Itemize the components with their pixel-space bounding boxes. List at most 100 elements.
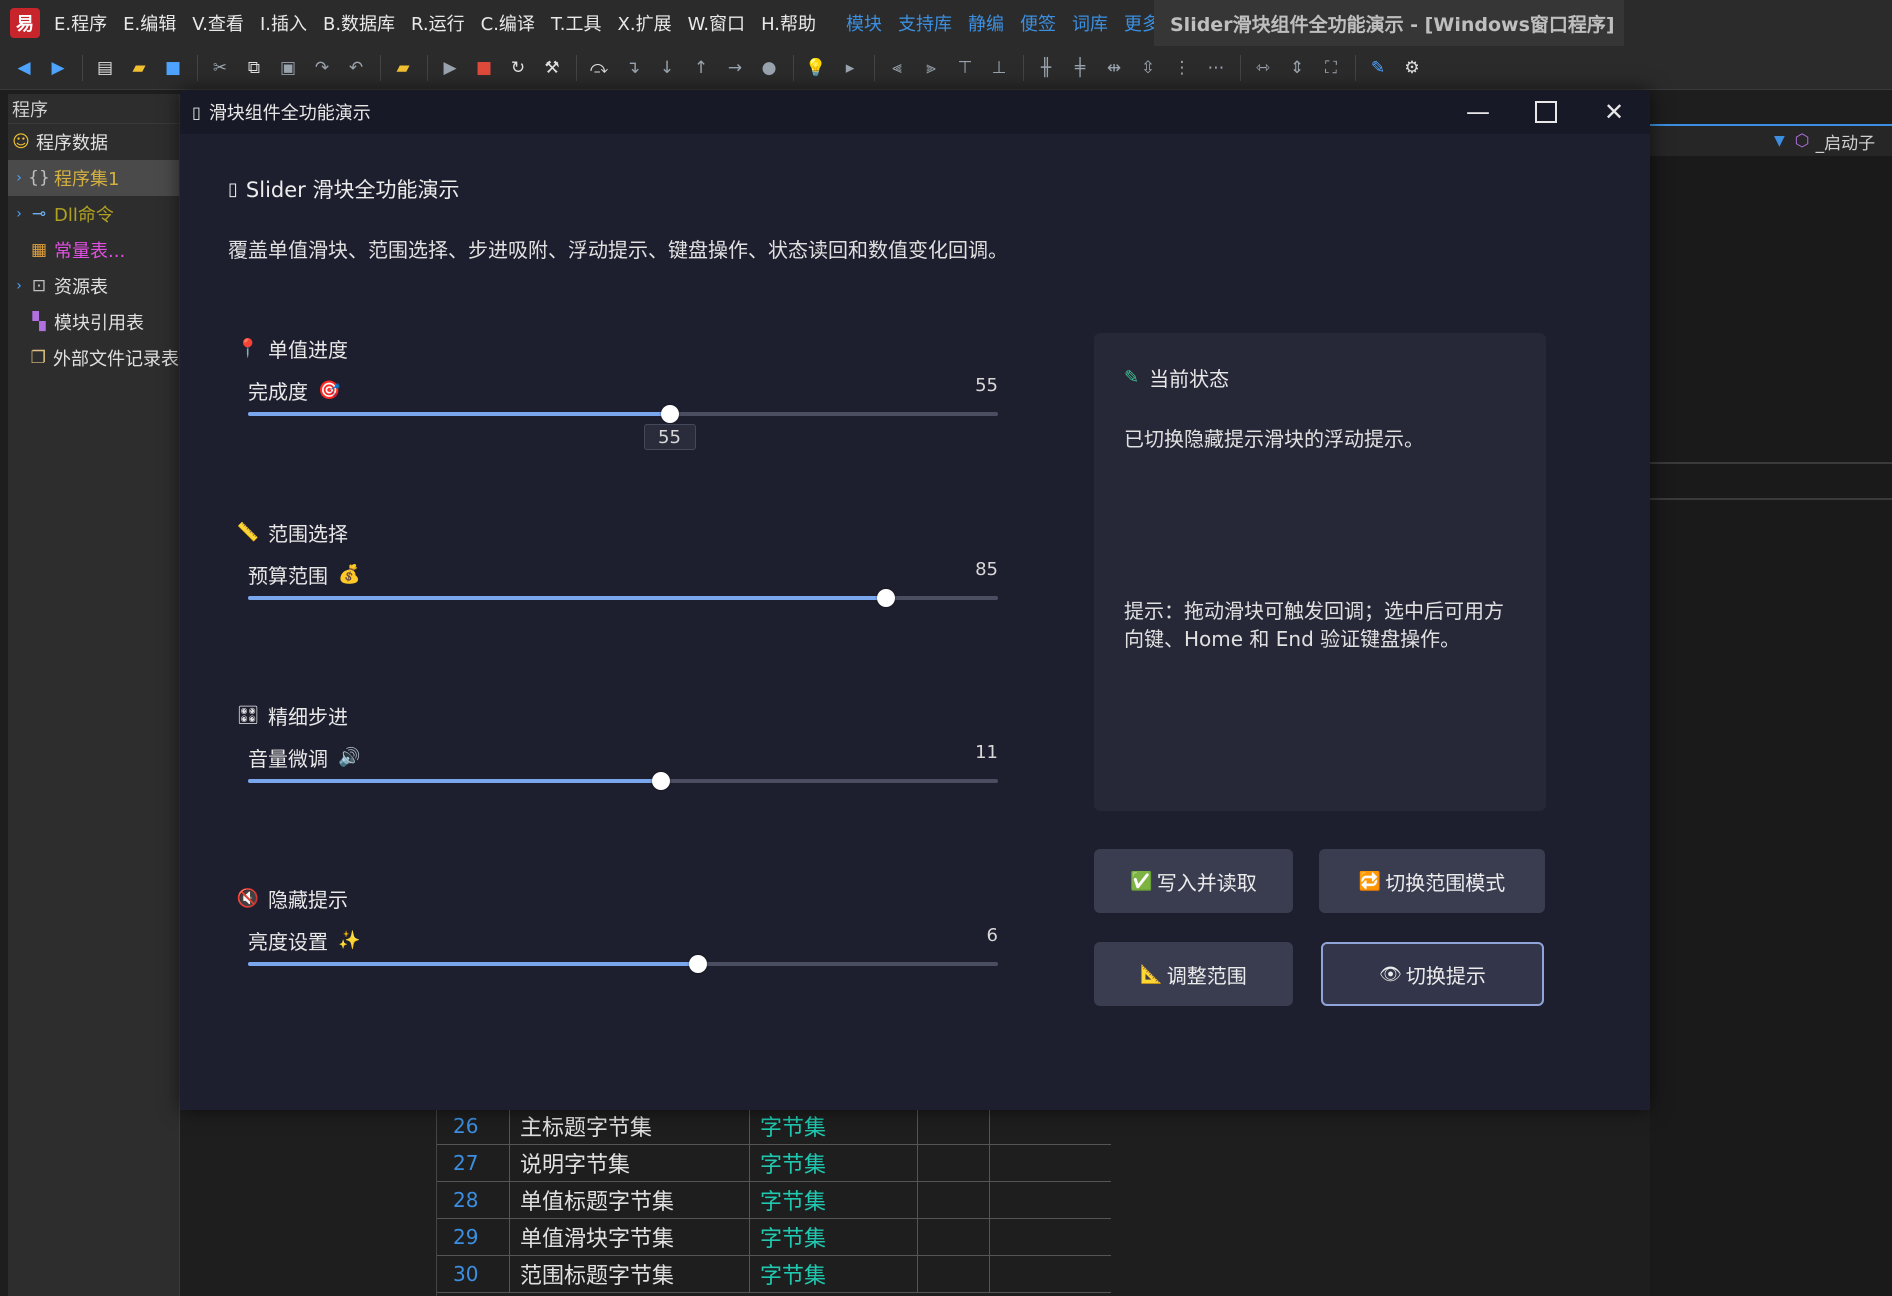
redo-icon[interactable]: ↷ [310, 56, 334, 80]
slider-thumb[interactable] [651, 772, 670, 790]
menu-window[interactable]: W.窗口 [688, 10, 745, 36]
project-icon[interactable]: ▰ [391, 56, 415, 80]
table-row[interactable]: 27 说明字节集 字节集 [437, 1144, 1111, 1182]
menu-run[interactable]: R.运行 [411, 10, 465, 36]
same-height-icon[interactable]: ⇳ [1136, 56, 1160, 80]
menu-module[interactable]: 模块 [846, 10, 882, 36]
distribute-vertical-icon[interactable]: ⋯ [1204, 56, 1228, 80]
tree-item-module-refs[interactable]: ▚ 模块引用表 [8, 304, 179, 340]
cut-icon[interactable]: ✂ [208, 56, 232, 80]
stop-icon[interactable]: ■ [472, 56, 496, 80]
menu-insert[interactable]: I.插入 [260, 10, 307, 36]
menu-help[interactable]: H.帮助 [761, 10, 816, 36]
forward-icon[interactable]: ▶ [46, 56, 70, 80]
restart-icon[interactable]: ↻ [506, 56, 530, 80]
table-cell[interactable] [917, 1107, 989, 1145]
cursor-icon[interactable]: ▸ [838, 56, 862, 80]
slider-thumb[interactable] [660, 405, 679, 423]
open-folder-icon[interactable]: ▰ [127, 56, 151, 80]
same-width-icon[interactable]: ⇹ [1102, 56, 1126, 80]
dropdown-arrow-icon[interactable]: ▼ [1774, 133, 1785, 149]
tree-item-external-files[interactable]: ❐ 外部文件记录表 [8, 340, 179, 376]
table-cell[interactable] [989, 1255, 1061, 1293]
breakpoint-icon[interactable]: ● [757, 56, 781, 80]
step-out-icon[interactable]: → [723, 56, 747, 80]
variable-type[interactable]: 字节集 [749, 1181, 917, 1219]
menu-notes[interactable]: 便签 [1020, 10, 1056, 36]
variable-type[interactable]: 字节集 [749, 1218, 917, 1256]
table-row[interactable]: 30 范围标题字节集 字节集 [437, 1255, 1111, 1293]
build-icon[interactable]: ⚒ [540, 56, 564, 80]
center-vertical-icon[interactable]: ╫ [1034, 56, 1058, 80]
slider-completion[interactable]: 55 [248, 405, 998, 450]
copy-icon[interactable]: ⧉ [242, 56, 266, 80]
step-into-icon[interactable]: ↴ [621, 56, 645, 80]
tree-item-dll[interactable]: › ⊸ Dll命令 [8, 196, 179, 232]
variable-name[interactable]: 单值滑块字节集 [509, 1218, 749, 1256]
save-icon[interactable]: ■ [161, 56, 185, 80]
editor-subroutine-tab[interactable]: ▼ ⬡ _启动子 [1650, 124, 1892, 156]
menu-support-lib[interactable]: 支持库 [898, 10, 952, 36]
step-up-icon[interactable]: ↑ [689, 56, 713, 80]
menu-static[interactable]: 静编 [968, 10, 1004, 36]
variable-name[interactable]: 单值标题字节集 [509, 1181, 749, 1219]
toggle-tooltip-button[interactable]: 👁 切换提示 [1321, 942, 1544, 1006]
variable-name[interactable]: 说明字节集 [509, 1144, 749, 1182]
step-down-icon[interactable]: ↓ [655, 56, 679, 80]
fit-size-icon[interactable]: ⛶ [1319, 56, 1343, 80]
align-top-icon[interactable]: ⊤ [953, 56, 977, 80]
close-button[interactable]: ✕ [1580, 90, 1648, 134]
menu-view[interactable]: V.查看 [192, 10, 244, 36]
slider-thumb[interactable] [876, 589, 895, 607]
tree-item-assembly[interactable]: › {} 程序集1 [8, 160, 179, 196]
maximize-button[interactable] [1512, 90, 1580, 134]
table-cell[interactable] [989, 1107, 1061, 1145]
tree-item-program-data[interactable]: ☺ 程序数据 [8, 124, 179, 160]
space-vertical-icon[interactable]: ⇕ [1285, 56, 1309, 80]
table-cell[interactable] [989, 1144, 1061, 1182]
paste-icon[interactable]: ▣ [276, 56, 300, 80]
menu-extend[interactable]: X.扩展 [618, 10, 672, 36]
menu-database[interactable]: B.数据库 [323, 10, 395, 36]
variable-name[interactable]: 主标题字节集 [509, 1107, 749, 1145]
menu-edit[interactable]: E.编辑 [123, 10, 176, 36]
align-bottom-icon[interactable]: ⊥ [987, 56, 1011, 80]
chevron-right-icon[interactable]: › [10, 206, 28, 222]
table-cell[interactable] [917, 1144, 989, 1182]
chevron-right-icon[interactable]: › [10, 278, 28, 294]
distribute-horizontal-icon[interactable]: ⋮ [1170, 56, 1194, 80]
toggle-range-mode-button[interactable]: 🔁 切换范围模式 [1319, 849, 1545, 913]
window-titlebar[interactable]: ▯ 滑块组件全功能演示 — ✕ [180, 90, 1650, 134]
back-icon[interactable]: ◀ [12, 56, 36, 80]
minimize-button[interactable]: — [1444, 90, 1512, 134]
variable-type[interactable]: 字节集 [749, 1107, 917, 1145]
center-horizontal-icon[interactable]: ╪ [1068, 56, 1092, 80]
variable-type[interactable]: 字节集 [749, 1255, 917, 1293]
slider-volume[interactable] [248, 772, 998, 790]
tools-icon[interactable]: ⚙ [1400, 56, 1424, 80]
write-and-read-button[interactable]: ✅ 写入并读取 [1094, 849, 1293, 913]
table-row[interactable]: 28 单值标题字节集 字节集 [437, 1181, 1111, 1219]
table-row[interactable]: 29 单值滑块字节集 字节集 [437, 1218, 1111, 1256]
tree-item-resources[interactable]: › ⊡ 资源表 [8, 268, 179, 304]
menu-program[interactable]: E.程序 [54, 10, 107, 36]
menu-lexicon[interactable]: 词库 [1072, 10, 1108, 36]
menu-compile[interactable]: C.编译 [481, 10, 535, 36]
table-row[interactable]: 26 主标题字节集 字节集 [437, 1107, 1111, 1145]
slider-thumb[interactable] [689, 955, 707, 973]
table-cell[interactable] [917, 1181, 989, 1219]
variable-type[interactable]: 字节集 [749, 1144, 917, 1182]
table-cell[interactable] [989, 1218, 1061, 1256]
space-horizontal-icon[interactable]: ⇿ [1251, 56, 1275, 80]
tree-item-constants[interactable]: ▦ 常量表... [8, 232, 179, 268]
adjust-range-button[interactable]: 📐 调整范围 [1094, 942, 1293, 1006]
pen-icon[interactable]: ✎ [1366, 56, 1390, 80]
variable-name[interactable]: 范围标题字节集 [509, 1255, 749, 1293]
slider-budget[interactable] [248, 589, 998, 607]
new-file-icon[interactable]: ▤ [93, 56, 117, 80]
table-cell[interactable] [917, 1255, 989, 1293]
menu-tools[interactable]: T.工具 [551, 10, 602, 36]
step-over-icon[interactable]: ⤼ [587, 56, 611, 80]
run-icon[interactable]: ▶ [438, 56, 462, 80]
table-cell[interactable] [989, 1181, 1061, 1219]
